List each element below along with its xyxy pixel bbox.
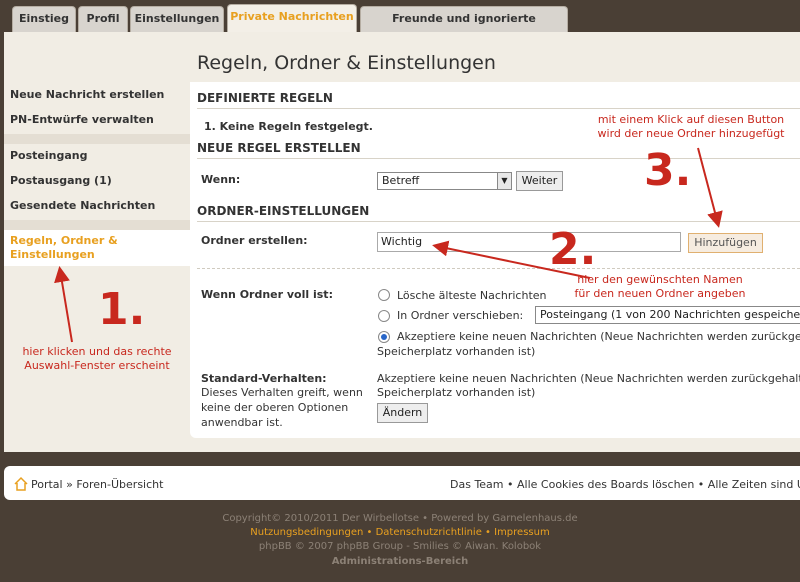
sidebar-item-compose[interactable]: Neue Nachricht erstellen: [4, 88, 190, 102]
sidebar-divider-2: [4, 220, 190, 230]
sidebar-item-outbox[interactable]: Postausgang (1): [4, 174, 190, 188]
default-desc-2: keine der oberen Optionen: [201, 401, 349, 414]
footer-links: Das Team • Alle Cookies des Boards lösch…: [450, 478, 800, 491]
option-delete-label: Lösche älteste Nachrichten: [397, 289, 547, 302]
option-move-label: In Ordner verschieben:: [397, 309, 524, 322]
annotation-note-2: hier den gewünschten Namen für den neuen…: [560, 273, 760, 301]
breadcrumb-forum[interactable]: Foren-Übersicht: [76, 478, 163, 491]
copyright-text: Copyright© 2010/2011 Der Wirbellotse • P…: [222, 513, 578, 524]
divider: [197, 221, 800, 222]
when-label: Wenn:: [201, 173, 241, 186]
folder-full-label: Wenn Ordner voll ist:: [201, 288, 333, 301]
move-folder-value: Posteingang (1 von 200 Nachrichten gespe…: [540, 308, 800, 321]
annotation-note-3-line-2: wird der neue Ordner hinzugefügt: [597, 127, 785, 140]
annotation-note-1-line-2: Auswahl-Fenster erscheint: [24, 359, 170, 372]
default-value-1: Akzeptiere keine neuen Nachrichten (Neue…: [377, 372, 800, 385]
when-select-value: Betreff: [382, 174, 420, 187]
radio-delete-oldest[interactable]: [378, 289, 390, 301]
footer-times-text: Alle Zeiten sind UTC + 1 Stunde: [707, 478, 800, 491]
home-icon: [14, 476, 28, 491]
annotation-note-2-line-1: hier den gewünschten Namen: [577, 273, 743, 286]
legal-links[interactable]: Nutzungsbedingungen • Datenschutzrichtli…: [0, 526, 800, 540]
annotation-note-3-line-1: mit einem Klick auf diesen Button: [597, 113, 785, 126]
change-button[interactable]: Ändern: [377, 403, 428, 423]
breadcrumb-separator: »: [66, 478, 73, 491]
radio-move-to-folder[interactable]: [378, 310, 390, 322]
tab-freunde[interactable]: Freunde und ignorierte Mitglieder: [360, 6, 568, 49]
create-folder-label: Ordner erstellen:: [201, 234, 308, 247]
dashed-divider: [197, 268, 800, 269]
default-desc-1: Dieses Verhalten greift, wenn: [201, 386, 363, 399]
when-select[interactable]: Betreff ▼: [377, 172, 512, 190]
page-title: Regeln, Ordner & Einstellungen: [197, 52, 496, 74]
tab-bar: Einstieg Profil Einstellungen Private Na…: [0, 0, 800, 49]
footer-bullet: •: [697, 478, 705, 491]
no-rules-text: 1. Keine Regeln festgelegt.: [204, 120, 373, 133]
annotation-note-3: mit einem Klick auf diesen Button wird d…: [582, 113, 800, 141]
phpbb-credit: phpBB © 2007 phpBB Group - Smilies © Aiw…: [258, 541, 542, 552]
add-folder-button[interactable]: Hinzufügen: [688, 233, 763, 253]
defined-rules-heading: DEFINIERTE REGELN: [197, 91, 333, 105]
annotation-note-2-line-2: für den neuen Ordner angeben: [574, 287, 746, 300]
chevron-down-icon: ▼: [497, 173, 511, 189]
option-accept-label: Akzeptiere keine neuen Nachrichten (Neue…: [397, 330, 800, 343]
move-folder-select[interactable]: Posteingang (1 von 200 Nachrichten gespe…: [535, 306, 800, 324]
folder-settings-heading: ORDNER-EINSTELLUNGEN: [197, 204, 370, 218]
sidebar-item-sent[interactable]: Gesendete Nachrichten: [4, 199, 190, 213]
annotation-note-1: hier klicken und das rechte Auswahl-Fens…: [4, 345, 190, 373]
default-behavior-label: Standard-Verhalten:: [201, 372, 327, 385]
annotation-note-1-line-1: hier klicken und das rechte: [22, 345, 172, 358]
footer-team-link[interactable]: Das Team: [450, 478, 504, 491]
divider: [197, 158, 800, 159]
tab-private-nachrichten[interactable]: Private Nachrichten: [227, 4, 357, 32]
default-value-2: Speicherplatz vorhanden ist): [377, 386, 536, 399]
folder-name-input[interactable]: Wichtig: [377, 232, 681, 252]
option-accept-label-2: Speicherplatz vorhanden ist): [377, 345, 536, 358]
default-desc-3: anwendbar ist.: [201, 416, 283, 429]
sidebar-item-inbox[interactable]: Posteingang: [4, 149, 190, 163]
sidebar-item-rules[interactable]: Regeln, Ordner & Einstellungen: [4, 230, 190, 266]
annotation-number-1: 1.: [98, 284, 146, 335]
annotation-number-3: 3.: [644, 145, 692, 196]
tab-einstieg[interactable]: Einstieg: [12, 6, 76, 32]
breadcrumb-portal[interactable]: Portal: [31, 478, 63, 491]
tab-profil[interactable]: Profil: [78, 6, 128, 32]
divider: [197, 108, 800, 109]
next-button[interactable]: Weiter: [516, 171, 563, 191]
annotation-number-2: 2.: [549, 224, 597, 275]
admin-link[interactable]: Administrations-Bereich: [0, 555, 800, 569]
footer-bullet: •: [507, 478, 514, 491]
sidebar-divider: [4, 134, 190, 144]
footer-cookies-link[interactable]: Alle Cookies des Boards löschen: [517, 478, 694, 491]
new-rule-heading: NEUE REGEL ERSTELLEN: [197, 141, 361, 155]
sidebar-spacer: [4, 82, 190, 86]
breadcrumb: Portal » Foren-Übersicht: [31, 478, 163, 491]
radio-accept-none[interactable]: [378, 331, 390, 343]
tab-einstellungen[interactable]: Einstellungen: [130, 6, 224, 32]
sidebar-item-drafts[interactable]: PN-Entwürfe verwalten: [4, 113, 190, 127]
